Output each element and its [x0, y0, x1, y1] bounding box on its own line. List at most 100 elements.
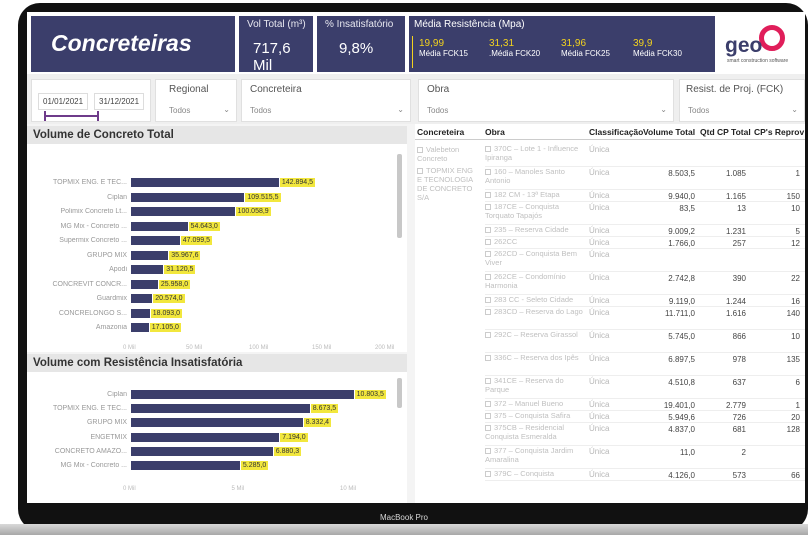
bar[interactable]: [131, 323, 149, 332]
bar[interactable]: [131, 390, 354, 399]
col-header-qtd-cp-total[interactable]: Qtd CP Total: [700, 127, 751, 137]
concreteira-cell[interactable]: Valebeton Concreto: [417, 145, 477, 163]
obra-name: 336C – Reserva dos Ipês: [494, 353, 579, 362]
volume-total-cell: 9.940,0: [668, 192, 695, 201]
expand-icon[interactable]: [485, 448, 491, 454]
bar[interactable]: [131, 178, 279, 187]
expand-icon[interactable]: [417, 168, 423, 174]
date-end-input[interactable]: 31/12/2021: [94, 93, 145, 110]
obra-name: 187CE – Conquista Torquato Tapajós: [485, 202, 560, 220]
date-slider-track[interactable]: [45, 115, 98, 117]
filters-bar: 01/01/2021 31/12/2021 Regional Todos ⌄ C…: [27, 74, 805, 124]
expand-icon[interactable]: [485, 227, 491, 233]
bar-data-label: 8.673,5: [310, 404, 339, 414]
obra-name: 262CC: [494, 237, 518, 246]
expand-icon[interactable]: [485, 413, 491, 419]
obra-name: 375CB – Residencial Conquista Esmeralda: [485, 423, 565, 441]
chart-scrollbar[interactable]: [397, 154, 402, 238]
col-header-volume-total[interactable]: Volume Total: [643, 127, 695, 137]
bar[interactable]: [131, 418, 303, 428]
cps-reprov-cell: 150: [786, 192, 800, 201]
expand-icon[interactable]: [485, 425, 491, 431]
bar-category-label: GRUPO MIX: [86, 419, 127, 427]
bar[interactable]: [131, 308, 150, 318]
regional-filter[interactable]: Regional Todos ⌄: [155, 79, 237, 122]
obra-cell[interactable]: 187CE – Conquista Torquato Tapajós: [485, 202, 589, 220]
fck-filter[interactable]: Resist. de Proj. (FCK) Todos ⌄: [679, 79, 805, 122]
obra-cell[interactable]: 182 CM - 13ª Etapa: [485, 190, 589, 199]
expand-icon[interactable]: [417, 147, 423, 153]
bar-data-label: 7.194,0: [280, 432, 308, 442]
cps-reprov-cell: 10: [791, 204, 800, 213]
obra-cell[interactable]: 235 – Reserva Cidade: [485, 225, 589, 234]
volume-total-cell: 4.510,8: [668, 378, 695, 387]
expand-icon[interactable]: [485, 471, 491, 477]
col-header-obra[interactable]: Obra: [485, 127, 505, 137]
obra-cell[interactable]: 262CE – Condomínio Harmonia: [485, 272, 589, 290]
expand-icon[interactable]: [485, 355, 491, 361]
bar[interactable]: [131, 221, 188, 231]
classificacao-cell: Única: [589, 377, 610, 386]
expand-icon[interactable]: [485, 401, 491, 407]
date-start-input[interactable]: 01/01/2021: [38, 93, 89, 110]
obra-name: 370C – Lote 1 - Influence Ipiranga: [485, 144, 579, 162]
bar-category-label: Guardmix: [96, 295, 127, 302]
expand-icon[interactable]: [485, 169, 491, 175]
concreteira-filter[interactable]: Concreteira Todos ⌄: [241, 79, 411, 122]
concreteira-cell[interactable]: TOPMIX ENG E TECNOLOGIA DE CONCRETO S/A: [417, 166, 477, 202]
chart-scrollbar[interactable]: [397, 378, 402, 408]
obra-cell[interactable]: 262CC: [485, 237, 589, 246]
bar[interactable]: [131, 207, 235, 216]
expand-icon[interactable]: [485, 378, 491, 384]
bar[interactable]: [131, 265, 164, 274]
expand-icon[interactable]: [485, 204, 491, 210]
expand-icon[interactable]: [485, 146, 491, 152]
bar[interactable]: [131, 294, 153, 303]
obra-cell[interactable]: 375 – Conquista Safira: [485, 411, 589, 420]
res-fck20: 31,31 .Média FCK20: [489, 38, 540, 58]
expand-icon[interactable]: [485, 309, 491, 315]
obra-filter[interactable]: Obra Todos ⌄: [418, 79, 674, 122]
bar[interactable]: [131, 279, 158, 289]
chevron-down-icon: ⌄: [397, 105, 404, 114]
obra-cell[interactable]: 262CD – Conquista Bem Viver: [485, 249, 589, 267]
obra-cell[interactable]: 336C – Reserva dos Ipês: [485, 353, 589, 362]
col-header-classificacao[interactable]: Classificação: [589, 127, 643, 137]
obra-cell[interactable]: 283CD – Reserva do Lago: [485, 307, 589, 316]
x-tick-label: 10 Mil: [340, 486, 357, 492]
bar[interactable]: [131, 446, 273, 456]
cps-reprov-cell: 128: [786, 425, 800, 434]
obra-cell[interactable]: 341CE – Reserva do Parque: [485, 376, 589, 394]
volume-total-cell: 19.401,0: [663, 401, 695, 410]
obra-cell[interactable]: 160 – Manoles Santo Antonio: [485, 167, 589, 185]
kpi-insatisfatorio: % Insatisfatório 9,8%: [317, 16, 405, 72]
expand-icon[interactable]: [485, 192, 491, 198]
obra-cell[interactable]: 377 – Conquista Jardim Amaralina: [485, 446, 589, 464]
bar-data-label: 35.967,6: [169, 250, 201, 260]
obra-cell[interactable]: 372 – Manuel Bueno: [485, 399, 589, 408]
expand-icon[interactable]: [485, 297, 491, 303]
expand-icon[interactable]: [485, 274, 491, 280]
obra-cell[interactable]: 370C – Lote 1 - Influence Ipiranga: [485, 144, 589, 162]
date-slider-handle-end[interactable]: [97, 111, 99, 121]
bar[interactable]: [131, 250, 169, 260]
bar[interactable]: [131, 461, 240, 470]
logo-g-icon: [759, 25, 785, 51]
bar[interactable]: [131, 236, 180, 245]
volume-total-cell: 9.119,0: [668, 297, 695, 306]
expand-icon[interactable]: [485, 251, 491, 257]
bar[interactable]: [131, 192, 245, 202]
obra-cell[interactable]: 283 CC - Seleto Cidade: [485, 295, 589, 304]
chart-title: Volume com Resistência Insatisfatória: [27, 354, 407, 372]
expand-icon[interactable]: [485, 332, 491, 338]
obra-cell[interactable]: 292C – Reserva Girassol: [485, 330, 589, 339]
expand-icon[interactable]: [485, 239, 491, 245]
bar[interactable]: [131, 432, 280, 442]
obra-cell[interactable]: 375CB – Residencial Conquista Esmeralda: [485, 423, 589, 441]
obra-cell[interactable]: 379C – Conquista: [485, 469, 589, 478]
volume-total-cell: 11,0: [680, 448, 695, 457]
col-header-concreteira[interactable]: Concreteira: [417, 127, 464, 137]
bar[interactable]: [131, 404, 310, 414]
col-header-cps-reprov[interactable]: CP's Reprov: [754, 127, 804, 137]
date-slider-handle-start[interactable]: [44, 111, 46, 121]
